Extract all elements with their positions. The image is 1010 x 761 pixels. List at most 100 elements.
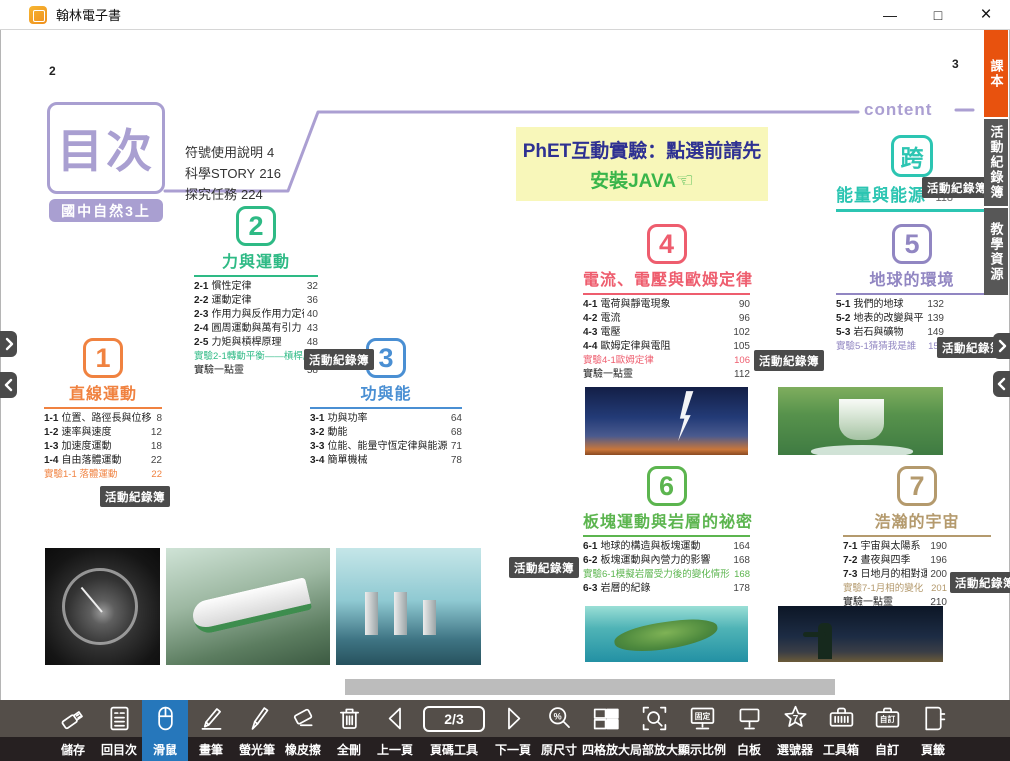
chapter-title[interactable]: 力與運動: [194, 248, 318, 272]
toc-entry[interactable]: 7-3 日地月的相對運動 200: [843, 568, 947, 582]
front-matter-entry[interactable]: 符號使用說明4: [185, 142, 281, 163]
toc-entry[interactable]: 1-1 位置、路徑長與位移 8: [44, 412, 162, 426]
toolbar-button-area-zoom[interactable]: 局部放大: [630, 700, 678, 761]
toc-entry[interactable]: 6-1 地球的構造與板塊運動 164: [583, 540, 750, 554]
toc-entry[interactable]: 實驗5-1猜猜我是誰 154: [836, 340, 944, 354]
divider: [194, 275, 318, 277]
front-matter-entry[interactable]: 探究任務224: [185, 184, 281, 205]
toc-entry[interactable]: 5-1 我們的地球 132: [836, 298, 944, 312]
activity-badge[interactable]: 活動紀錄簿: [950, 572, 1010, 593]
toc-entry[interactable]: 實驗一點靈 58: [194, 364, 318, 378]
activity-badge[interactable]: 活動紀錄簿: [100, 486, 170, 507]
toc-entry[interactable]: 4-2 電流 96: [583, 312, 750, 326]
toc-entry[interactable]: 4-3 電壓 102: [583, 326, 750, 340]
chapter-title[interactable]: 地球的環境: [836, 266, 988, 290]
chapter-section-4: 4 電流、電壓與歐姆定律 4-1 電荷與靜電現象 90 4-2 電流 96 4-…: [583, 224, 750, 382]
toc-entry[interactable]: 4-4 歐姆定律與電阻 105: [583, 340, 750, 354]
toc-entry[interactable]: 3-2 動能 68: [310, 426, 462, 440]
toc-entry[interactable]: 3-3 位能、能量守恆定律與能源 71: [310, 440, 462, 454]
toc-entry[interactable]: 實驗4-1歐姆定律 106: [583, 354, 750, 368]
toc-entry[interactable]: 2-3 作用力與反作用力定律 40: [194, 308, 318, 322]
close-button[interactable]: ×: [962, 0, 1010, 29]
toc-entry[interactable]: 6-2 板塊運動與內營力的影響 168: [583, 554, 750, 568]
toolbar-button-toolbox[interactable]: 工具箱: [818, 700, 864, 761]
toolbar-button-display-scale[interactable]: 固定 顯示比例: [678, 700, 726, 761]
activity-badge[interactable]: 活動紀錄簿: [922, 177, 992, 198]
toolbar-button-prev-page[interactable]: 上一頁: [372, 700, 418, 761]
maximize-button[interactable]: □: [914, 0, 962, 29]
page-forward-arrow[interactable]: [0, 331, 17, 357]
divider: [44, 407, 162, 409]
toolbar-button-next-page[interactable]: 下一頁: [490, 700, 536, 761]
toolbar-button-mouse[interactable]: 滑鼠: [142, 700, 188, 761]
svg-text:%: %: [553, 711, 561, 721]
divider: [310, 407, 462, 409]
activity-badge[interactable]: 活動紀錄簿: [509, 557, 579, 578]
toolbar-button-number-picker[interactable]: 7 選號器: [772, 700, 818, 761]
toolbar-button-custom[interactable]: 自訂 自訂: [864, 700, 910, 761]
cross-unit-badge: 跨: [891, 135, 933, 177]
toc-entry[interactable]: 5-2 地表的改變與平衡 139: [836, 312, 944, 326]
page-back-arrow[interactable]: [993, 371, 1010, 397]
toc-entry[interactable]: 2-4 圓周運動與萬有引力 43: [194, 322, 318, 336]
toc-entry[interactable]: 實驗7-1月相的變化 201: [843, 582, 947, 596]
chapter-title[interactable]: 直線運動: [44, 380, 162, 404]
side-tab-group: 課本 活動紀錄簿 教學資源: [984, 30, 1008, 295]
toolbar-button-zoom-percent[interactable]: % 原尺寸: [536, 700, 582, 761]
page-forward-arrow[interactable]: [993, 333, 1010, 359]
activity-badge[interactable]: 活動紀錄簿: [754, 350, 824, 371]
page-back-arrow[interactable]: [0, 372, 17, 398]
toc-entry[interactable]: 6-3 岩層的紀錄 178: [583, 582, 750, 596]
toc-entry[interactable]: 實驗2-1轉動平衡——槓桿原理 52: [194, 350, 318, 364]
side-tab[interactable]: 課本: [984, 30, 1008, 117]
toc-entry[interactable]: 7-1 宇宙與太陽系 190: [843, 540, 947, 554]
phet-notice-line1: PhET互動實驗：點選前請先: [516, 136, 768, 163]
zoom-percent-icon: %: [545, 700, 574, 737]
toc-entry[interactable]: 1-4 自由落體運動 22: [44, 454, 162, 468]
divider: [583, 535, 750, 537]
activity-badge[interactable]: 活動紀錄簿: [304, 349, 374, 370]
toolbar-button-quad-zoom[interactable]: 四格放大: [582, 700, 630, 761]
divider: [836, 209, 988, 212]
grade-label: 國中自然3上: [49, 199, 163, 222]
toolbar-button-whiteboard[interactable]: 白板: [726, 700, 772, 761]
minimize-button[interactable]: —: [866, 0, 914, 29]
toc-entry[interactable]: 1-2 速率與速度 12: [44, 426, 162, 440]
toolbar-button-page-tab[interactable]: 頁籤: [910, 700, 956, 761]
toolbar-button-toc[interactable]: 回目次: [96, 700, 142, 761]
train-photo: [166, 548, 330, 665]
toolbar-button-usb-drive[interactable]: 儲存: [50, 700, 96, 761]
toc-entry[interactable]: 3-4 簡單機械 78: [310, 454, 462, 468]
front-matter-entry[interactable]: 科學STORY216: [185, 163, 281, 184]
divider: [836, 293, 988, 295]
chapter-section-1: 1 直線運動 1-1 位置、路徑長與位移 8 1-2 速率與速度 12 1-3 …: [44, 338, 162, 482]
chapter-title[interactable]: 功與能: [310, 380, 462, 404]
toc-entry[interactable]: 實驗一點靈 112: [583, 368, 750, 382]
toc-entry[interactable]: 2-5 力矩與槓桿原理 48: [194, 336, 318, 350]
toolbar-button-highlighter[interactable]: 螢光筆: [234, 700, 280, 761]
chapter-number-badge: 5: [892, 224, 932, 264]
toc-entry[interactable]: 2-2 運動定律 36: [194, 294, 318, 308]
horizontal-scrollbar[interactable]: [345, 679, 835, 695]
toolbar-button-eraser[interactable]: 橡皮擦: [280, 700, 326, 761]
toc-entry[interactable]: 5-3 岩石與礦物 149: [836, 326, 944, 340]
island-photo: [585, 606, 748, 662]
toc-entry[interactable]: 2-1 慣性定律 32: [194, 280, 318, 294]
toolbar-button-trash[interactable]: 全刪: [326, 700, 372, 761]
toc-entry[interactable]: 1-3 加速度運動 18: [44, 440, 162, 454]
front-matter-list: 符號使用說明4 科學STORY216 探究任務224: [185, 142, 281, 205]
toc-entry[interactable]: 3-1 功與功率 64: [310, 412, 462, 426]
chapter-title[interactable]: 浩瀚的宇宙: [843, 508, 991, 532]
page-indicator-box: 2/3: [423, 700, 484, 737]
toc-entry[interactable]: 實驗1-1 落體運動 22: [44, 468, 162, 482]
chapter-title[interactable]: 電流、電壓與歐姆定律: [583, 266, 750, 290]
side-tab[interactable]: 教學資源: [984, 208, 1008, 295]
prev-page-icon: [381, 700, 410, 737]
side-tab[interactable]: 活動紀錄簿: [984, 119, 1008, 206]
chapter-title[interactable]: 板塊運動與岩層的祕密: [583, 508, 750, 532]
toc-entry[interactable]: 實驗6-1模擬岩層受力後的變化情形 168: [583, 568, 750, 582]
toolbar-button-page-indicator-box[interactable]: 2/3 頁碼工具: [418, 700, 490, 761]
toc-entry[interactable]: 4-1 電荷與靜電現象 90: [583, 298, 750, 312]
toc-entry[interactable]: 7-2 晝夜與四季 196: [843, 554, 947, 568]
toolbar-button-pen[interactable]: 畫筆: [188, 700, 234, 761]
